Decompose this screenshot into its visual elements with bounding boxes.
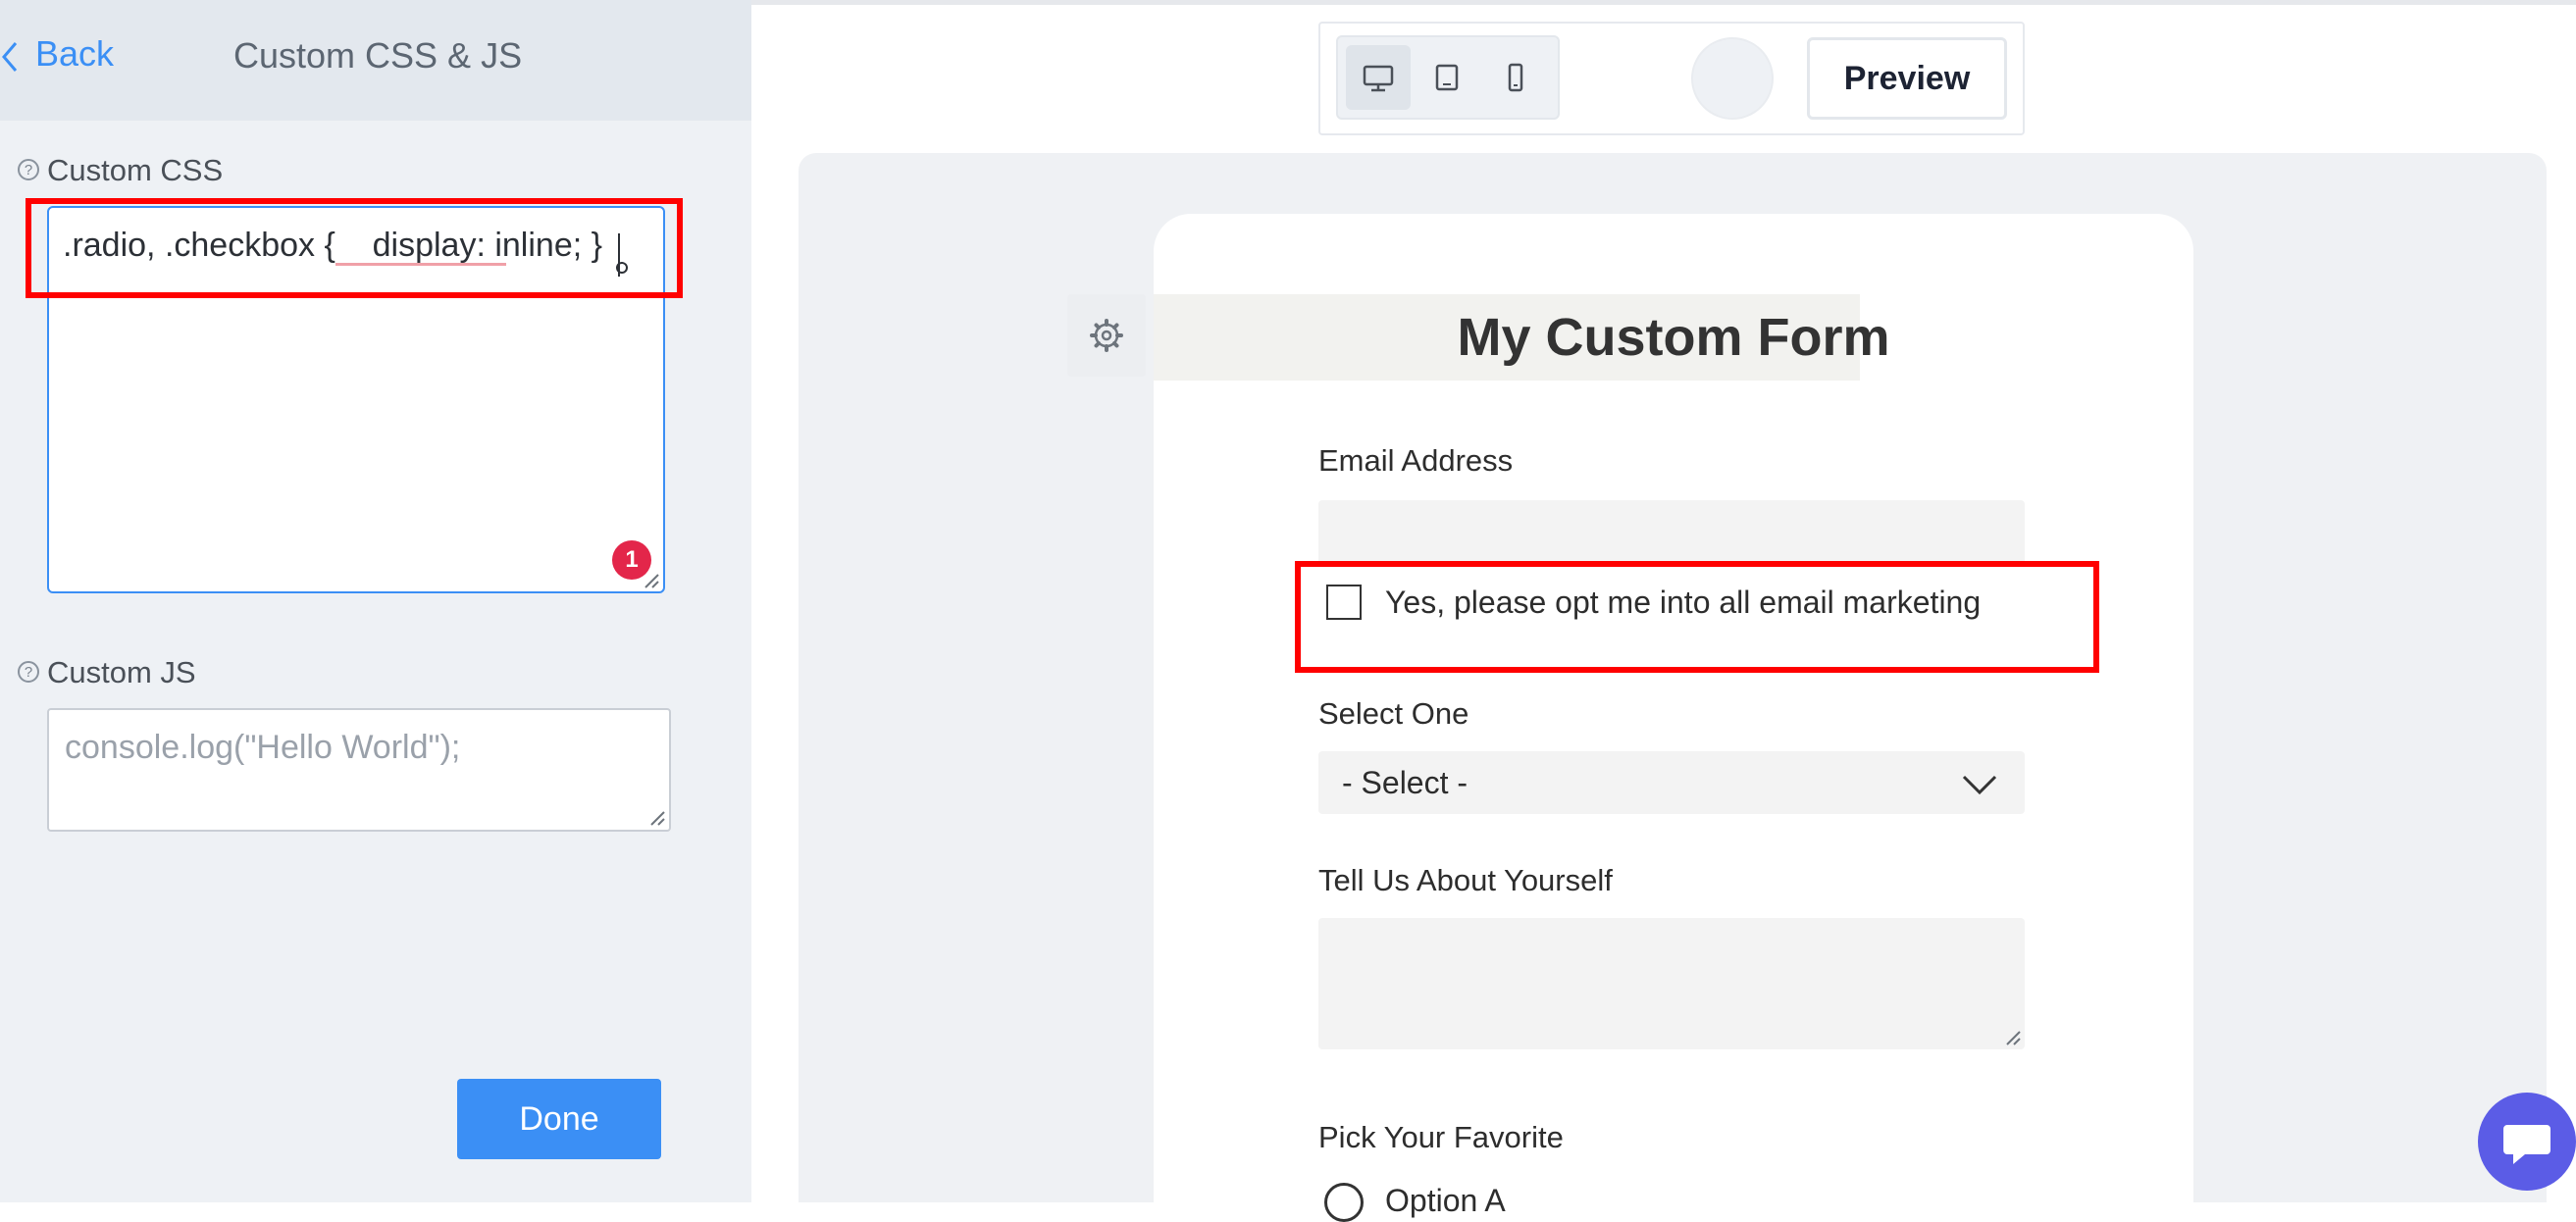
email-field[interactable] [1318, 500, 2025, 561]
form-title: My Custom Form [1457, 308, 1890, 367]
mobile-icon [1508, 63, 1523, 92]
top-divider [751, 0, 2576, 5]
help-icon[interactable]: ? [18, 661, 39, 683]
chevron-left-icon[interactable] [0, 39, 20, 75]
avatar[interactable] [1691, 37, 1774, 120]
select-label: Select One [1318, 696, 1469, 731]
done-button[interactable]: Done [457, 1079, 661, 1159]
gear-icon [1090, 319, 1123, 352]
custom-js-label: Custom JS [47, 655, 196, 689]
radio-option-a[interactable] [1324, 1183, 1364, 1222]
preview-button[interactable]: Preview [1807, 37, 2007, 120]
block-settings-button[interactable] [1067, 294, 1146, 377]
help-icon[interactable]: ? [18, 159, 39, 180]
css-highlight-box [26, 198, 683, 298]
desktop-icon [1363, 65, 1394, 92]
checkbox-highlight-box [1295, 561, 2099, 673]
chevron-down-icon [1962, 775, 1997, 795]
select-value: - Select - [1342, 765, 1468, 800]
tablet-icon [1435, 64, 1459, 91]
desktop-view-button[interactable] [1346, 45, 1411, 110]
email-label: Email Address [1318, 443, 1514, 478]
resize-grip-icon[interactable] [2005, 1030, 2021, 1045]
radio-option-a-label: Option A [1385, 1183, 1506, 1218]
custom-css-label: Custom CSS [47, 153, 224, 187]
chat-icon [2503, 1125, 2550, 1164]
resize-grip-icon[interactable] [644, 573, 659, 588]
chat-launcher-button[interactable] [2478, 1093, 2576, 1191]
radio-group-label: Pick Your Favorite [1318, 1120, 1564, 1154]
about-textarea[interactable] [1318, 918, 2025, 1049]
back-button[interactable]: Back [35, 29, 114, 78]
panel-title: Custom CSS & JS [233, 35, 523, 76]
textarea-label: Tell Us About Yourself [1318, 863, 1613, 897]
js-placeholder: console.log("Hello World"); [65, 729, 461, 766]
mobile-view-button[interactable] [1483, 45, 1548, 110]
resize-grip-icon[interactable] [649, 810, 665, 826]
tablet-view-button[interactable] [1415, 45, 1479, 110]
